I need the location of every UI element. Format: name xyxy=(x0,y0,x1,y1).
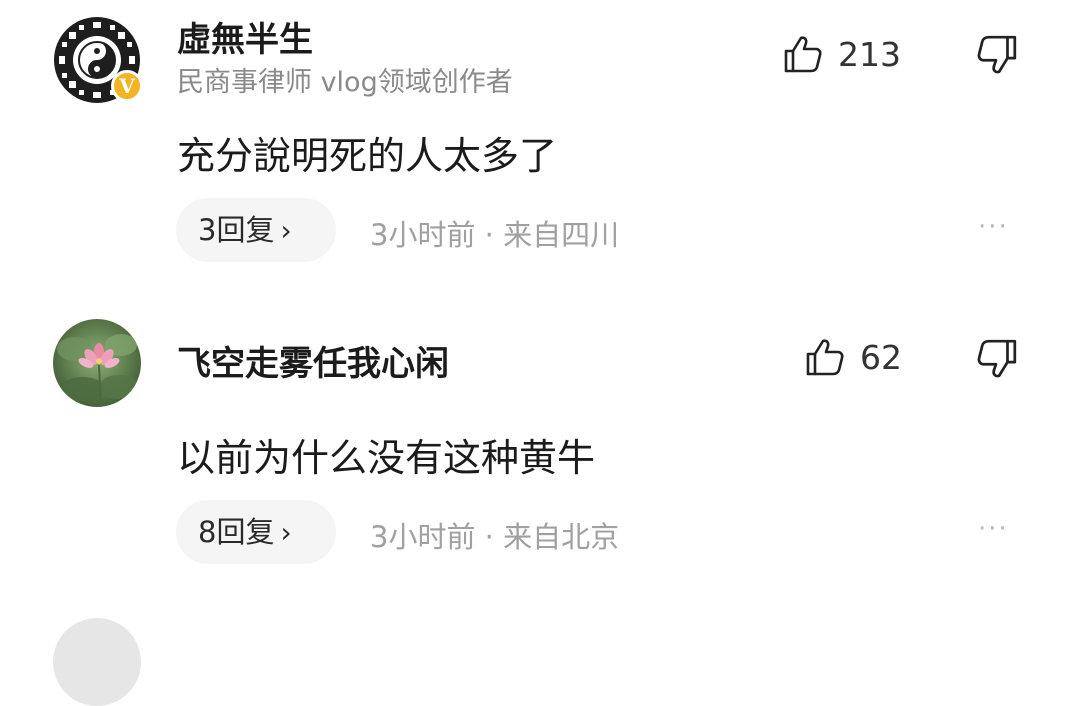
thumbs-up-icon xyxy=(784,36,822,73)
thumbs-down-icon xyxy=(977,339,1017,378)
thumbs-up-icon xyxy=(806,339,844,376)
like-button[interactable]: 62 xyxy=(804,333,902,381)
comment-meta: 3小时前 · 来自北京 xyxy=(370,520,620,554)
comment-item: 飞空走雾任我心闲 以前为什么没有这种黄牛 8回复 › 3小时前 · 来自北京 62… xyxy=(0,300,1080,600)
avatar[interactable] xyxy=(53,319,141,407)
username[interactable]: 飞空走雾任我心闲 xyxy=(177,336,449,385)
verified-badge-icon: V xyxy=(111,70,143,102)
user-subtitle: 民商事律师 vlog领域创作者 xyxy=(177,67,513,98)
like-count: 213 xyxy=(838,34,901,74)
comment-text: 充分說明死的人太多了 xyxy=(177,134,558,178)
chevron-right-icon: › xyxy=(280,214,292,247)
replies-label: 3回复 xyxy=(198,213,275,247)
comment-text: 以前为什么没有这种黄牛 xyxy=(177,436,596,480)
comment-meta: 3小时前 · 来自四川 xyxy=(370,218,620,252)
dislike-button[interactable] xyxy=(975,33,1019,77)
replies-label: 8回复 xyxy=(198,515,275,549)
username[interactable]: 虛無半生 xyxy=(177,12,313,61)
like-count: 62 xyxy=(860,337,902,377)
chevron-right-icon: › xyxy=(280,516,292,549)
like-button[interactable]: 213 xyxy=(782,30,901,78)
avatar[interactable] xyxy=(53,618,141,706)
comment-item: V 虛無半生 民商事律师 vlog领域创作者 充分說明死的人太多了 3回复 › 3… xyxy=(0,0,1080,300)
dislike-button[interactable] xyxy=(975,337,1019,381)
more-options-button[interactable]: ··· xyxy=(978,212,1009,242)
more-options-button[interactable]: ··· xyxy=(978,514,1009,544)
avatar[interactable]: V xyxy=(53,16,143,104)
lotus-flower-avatar-icon xyxy=(53,319,141,407)
replies-button[interactable]: 8回复 › xyxy=(176,500,336,564)
replies-button[interactable]: 3回复 › xyxy=(176,198,336,262)
thumbs-down-icon xyxy=(977,35,1017,74)
